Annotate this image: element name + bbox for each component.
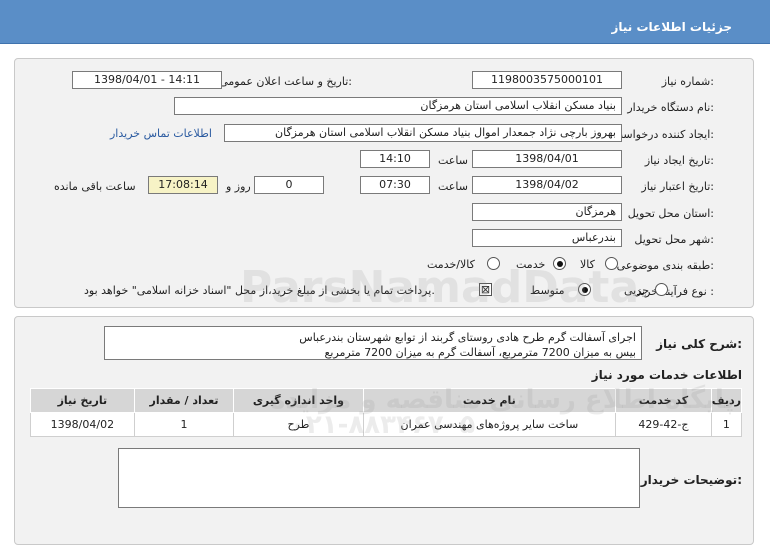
announce-field[interactable]: 1398/04/01 - 14:11 bbox=[72, 71, 222, 89]
process-medium-label: متوسط bbox=[530, 284, 565, 297]
col-row-header: ردیف bbox=[710, 388, 743, 413]
announce-label: تاریخ و ساعت اعلان عمومی: bbox=[219, 75, 352, 88]
cell-name: ساخت سایر پروژه‌های مهندسی عمران bbox=[362, 412, 617, 437]
description-line-2: بیس به میزان 7200 مترمربع، آسفالت گرم به… bbox=[324, 346, 636, 359]
category-goods-service-label: کالا/خدمت bbox=[427, 258, 475, 271]
validity-time-field[interactable]: 07:30 bbox=[360, 176, 430, 194]
services-title: اطلاعات خدمات مورد نیاز bbox=[591, 368, 742, 382]
cell-unit: طرح bbox=[233, 412, 364, 437]
created-time-label: ساعت bbox=[438, 154, 468, 167]
buyer-notes-textarea[interactable] bbox=[118, 448, 640, 508]
payment-note: پرداخت تمام یا بخشی از مبلغ خرید،از محل … bbox=[84, 284, 435, 297]
table-row: 1 ج-42-429 ساخت سایر پروژه‌های مهندسی عم… bbox=[30, 412, 743, 437]
page-title: جزئیات اطلاعات نیاز bbox=[611, 20, 732, 34]
category-goods-radio[interactable] bbox=[605, 257, 618, 270]
treasury-checkbox[interactable]: ⊠ bbox=[479, 283, 492, 296]
col-name-header: نام خدمت bbox=[362, 388, 617, 413]
requester-label: ایجاد کننده درخواست: bbox=[612, 128, 714, 141]
category-service-radio[interactable] bbox=[553, 257, 566, 270]
city-label: شهر محل تحویل: bbox=[634, 233, 714, 246]
category-goods-service-radio[interactable] bbox=[487, 257, 500, 270]
process-minor-radio[interactable] bbox=[655, 283, 668, 296]
need-number-field[interactable]: 1198003575000101 bbox=[472, 71, 622, 89]
created-date-field[interactable]: 1398/04/01 bbox=[472, 150, 622, 168]
created-time-field[interactable]: 14:10 bbox=[360, 150, 430, 168]
col-qty-header: تعداد / مقدار bbox=[133, 388, 235, 413]
category-goods-label: کالا bbox=[580, 258, 595, 271]
remaining-label: ساعت باقی مانده bbox=[54, 180, 136, 193]
cell-row: 1 bbox=[710, 412, 743, 437]
description-line-1: اجرای آسفالت گرم طرح هادی روستای گربند ا… bbox=[299, 331, 636, 344]
contact-info-link[interactable]: اطلاعات تماس خریدار bbox=[110, 127, 212, 140]
process-minor-label: جزیی bbox=[624, 284, 650, 297]
title-bar: جزئیات اطلاعات نیاز bbox=[0, 0, 770, 44]
col-date-header: تاریخ نیاز bbox=[30, 388, 135, 413]
col-code-header: کد خدمت bbox=[615, 388, 712, 413]
cell-date: 1398/04/02 bbox=[30, 412, 135, 437]
services-header-row: ردیف کد خدمت نام خدمت واحد اندازه گیری ت… bbox=[30, 388, 743, 413]
need-number-label: شماره نیاز: bbox=[661, 75, 714, 88]
requester-field[interactable]: بهروز بارچی نژاد جمعدار اموال بنیاد مسکن… bbox=[224, 124, 622, 142]
cell-code: ج-42-429 bbox=[615, 412, 712, 437]
province-label: استان محل تحویل: bbox=[627, 207, 714, 220]
process-medium-radio[interactable] bbox=[578, 283, 591, 296]
col-unit-header: واحد اندازه گیری bbox=[233, 388, 364, 413]
category-label: طبقه بندی موضوعی: bbox=[616, 259, 714, 272]
validity-date-label: تاریخ اعتبار نیاز: bbox=[641, 180, 714, 193]
description-textarea[interactable]: اجرای آسفالت گرم طرح هادی روستای گربند ا… bbox=[104, 326, 642, 360]
buyer-org-field[interactable]: بنیاد مسکن انقلاب اسلامی استان هرمزگان bbox=[174, 97, 622, 115]
days-label: روز و bbox=[226, 180, 251, 193]
buyer-notes-label: توضیحات خریدار: bbox=[640, 473, 742, 487]
province-field[interactable]: هرمزگان bbox=[472, 203, 622, 221]
days-field[interactable]: 0 bbox=[254, 176, 324, 194]
created-date-label: تاریخ ایجاد نیاز: bbox=[644, 154, 714, 167]
category-service-label: خدمت bbox=[516, 258, 546, 271]
validity-time-label: ساعت bbox=[438, 180, 468, 193]
validity-date-field[interactable]: 1398/04/02 bbox=[472, 176, 622, 194]
cell-qty: 1 bbox=[133, 412, 235, 437]
description-label: شرح کلی نیاز: bbox=[656, 337, 742, 351]
city-field[interactable]: بندرعباس bbox=[472, 229, 622, 247]
services-table: ردیف کد خدمت نام خدمت واحد اندازه گیری ت… bbox=[30, 388, 743, 437]
buyer-org-label: نام دستگاه خریدار: bbox=[627, 101, 714, 114]
remaining-time-field: 17:08:14 bbox=[148, 176, 218, 194]
